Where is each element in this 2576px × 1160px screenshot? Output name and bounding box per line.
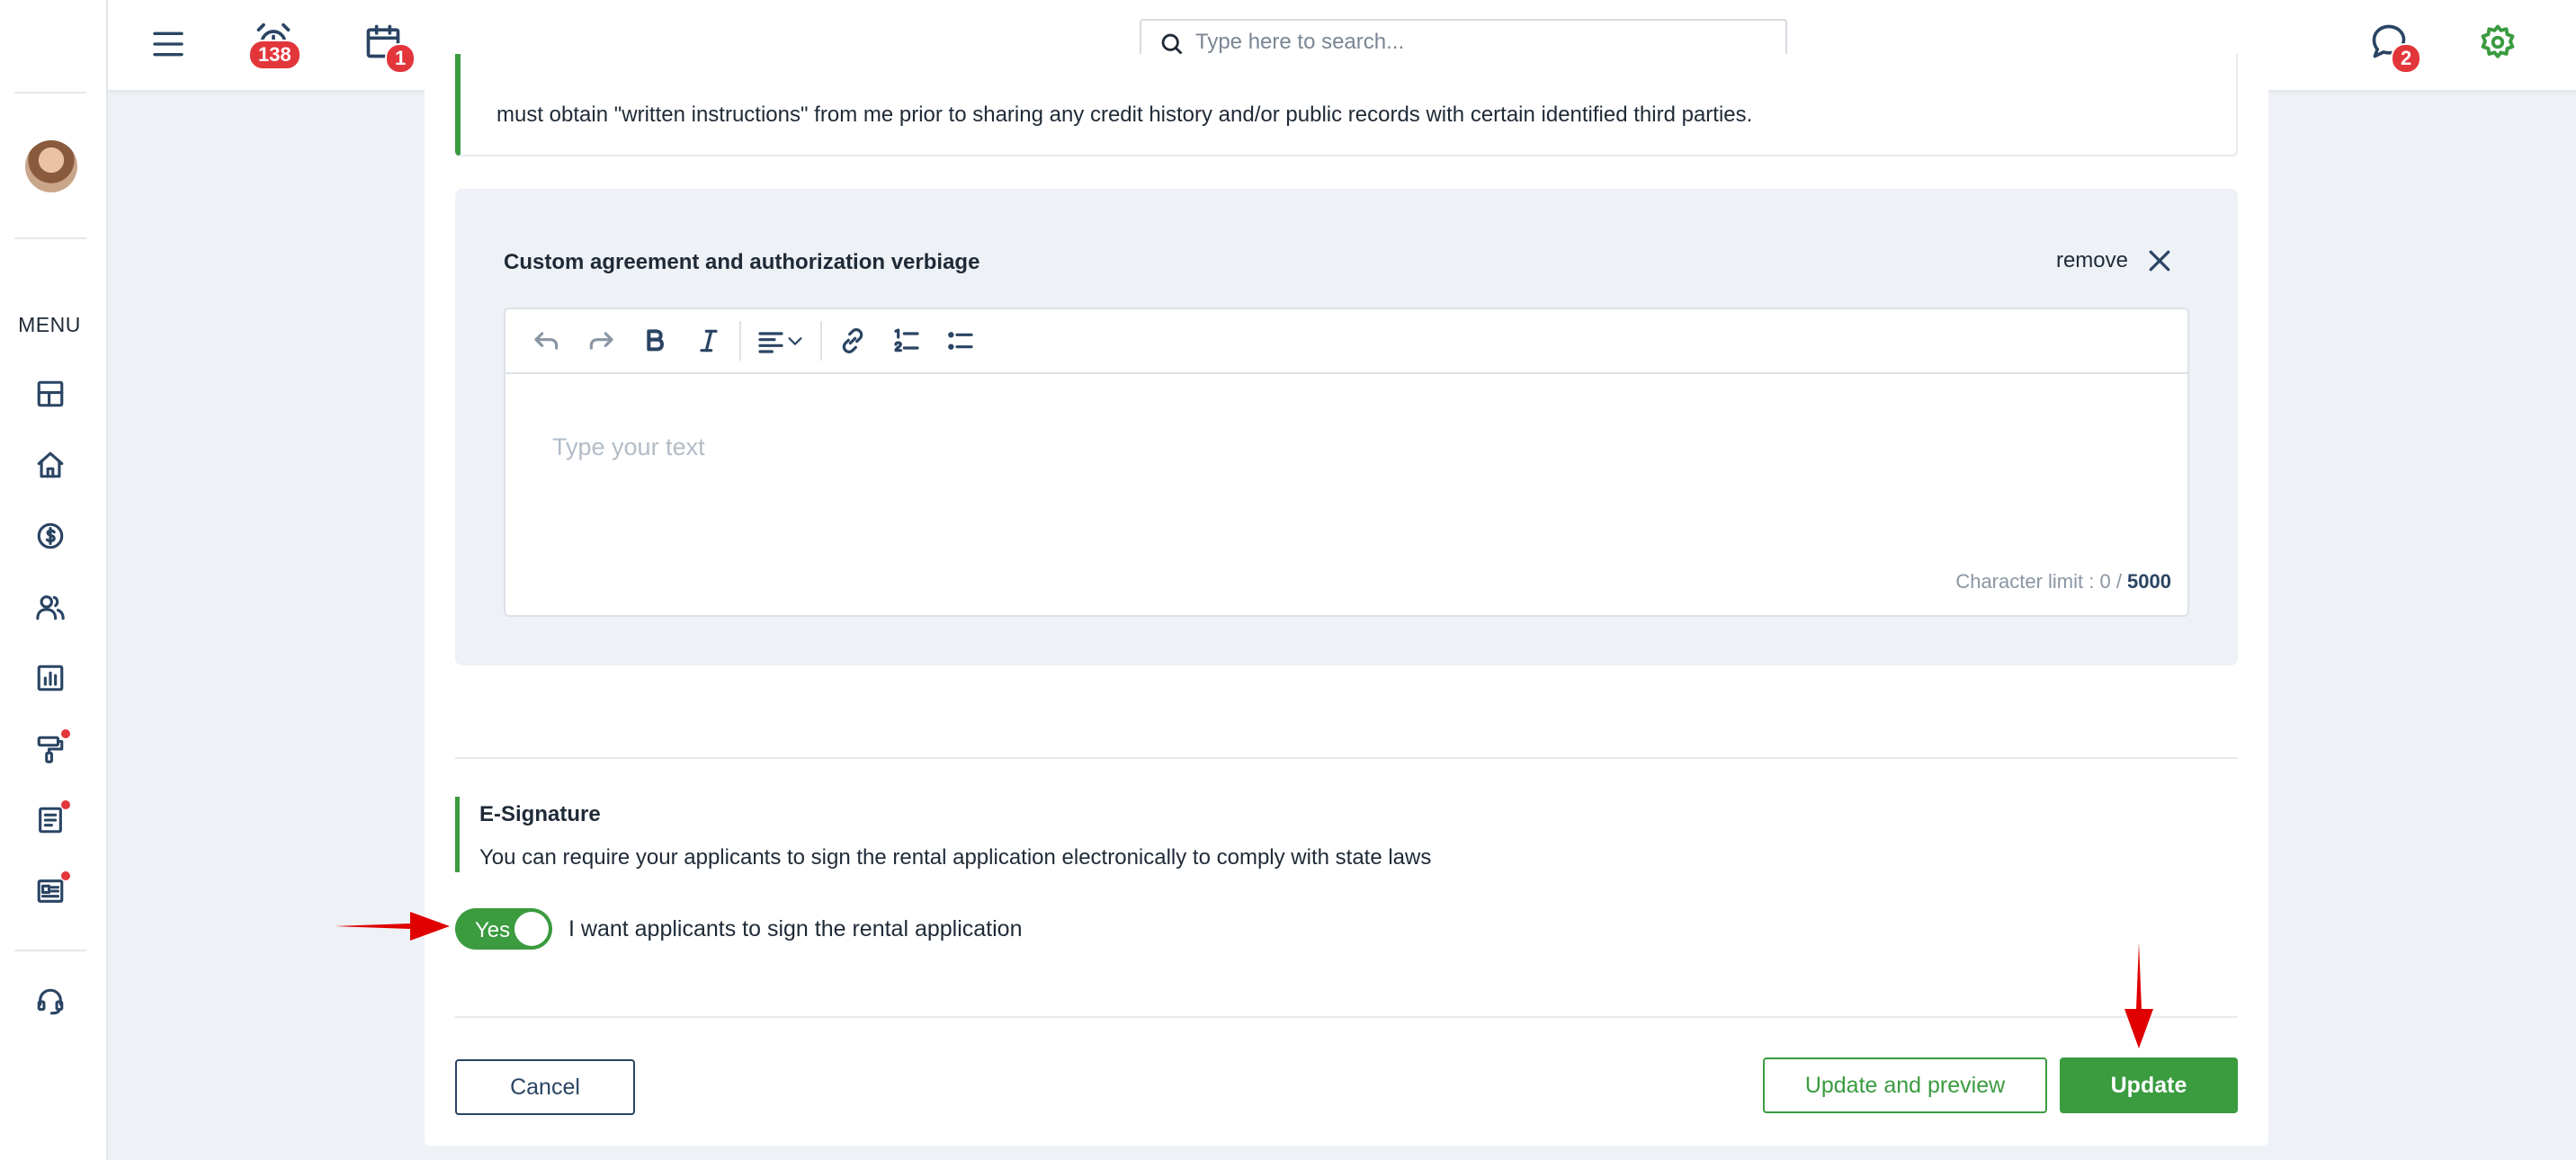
sidebar-item-documents[interactable] [32, 800, 70, 838]
toolbar-divider [739, 321, 741, 361]
undo-button[interactable] [520, 318, 574, 363]
bullet-list-button[interactable] [934, 318, 988, 363]
ordered-list-icon [894, 328, 919, 352]
search-icon [1161, 33, 1183, 55]
paint-roller-icon [37, 736, 64, 763]
users-icon [36, 595, 65, 620]
sidebar: MENU [0, 0, 108, 1160]
authorization-text-block: must obtain "written instructions" from … [455, 54, 2238, 156]
section-divider [455, 757, 2238, 759]
calendar-button[interactable]: 1 [362, 20, 416, 74]
remove-button[interactable]: remove [2056, 248, 2171, 273]
sidebar-divider [14, 92, 86, 94]
close-icon [2149, 250, 2170, 272]
alarm-badge: 138 [248, 40, 301, 70]
avatar[interactable] [25, 140, 77, 192]
undo-icon [534, 332, 559, 350]
esignature-section: E-Signature You can require your applica… [455, 797, 2238, 872]
editor-toolbar [505, 309, 2187, 374]
annotation-arrow-down-icon [2124, 942, 2153, 1048]
settings-button[interactable] [2477, 22, 2518, 63]
menu-label: MENU [18, 313, 81, 336]
gear-icon [2481, 24, 2515, 58]
align-dropdown-button[interactable] [745, 318, 817, 363]
italic-icon [700, 329, 718, 352]
section-divider [455, 1016, 2238, 1018]
italic-button[interactable] [682, 318, 736, 363]
update-button[interactable]: Update [2060, 1057, 2238, 1113]
bold-button[interactable] [628, 318, 682, 363]
custom-agreement-title: Custom agreement and authorization verbi… [504, 250, 980, 274]
hamburger-menu-button[interactable] [148, 23, 189, 65]
chevron-down-icon [788, 337, 802, 345]
toggle-description: I want applicants to sign the rental app… [568, 915, 1023, 941]
esignature-toggle-row: Yes I want applicants to sign the rental… [455, 908, 1022, 950]
update-and-preview-button[interactable]: Update and preview [1763, 1057, 2047, 1113]
link-button[interactable] [826, 318, 880, 363]
bold-icon [647, 329, 664, 352]
character-limit-label: Character limit : 0 / [1955, 570, 2128, 593]
home-icon [37, 451, 64, 478]
ordered-list-button[interactable] [880, 318, 934, 363]
esignature-toggle[interactable]: Yes [455, 908, 552, 950]
character-limit-max: 5000 [2127, 570, 2171, 593]
dollar-icon [37, 522, 64, 549]
redo-button[interactable] [574, 318, 628, 363]
sidebar-item-reports[interactable] [32, 660, 68, 696]
remove-label: remove [2055, 248, 2128, 272]
notification-dot [61, 729, 70, 738]
esignature-description: You can require your applicants to sign … [479, 845, 1432, 870]
toggle-label: Yes [475, 918, 511, 942]
sidebar-item-maintenance[interactable] [32, 729, 70, 767]
custom-agreement-section: Custom agreement and authorization verbi… [455, 189, 2238, 665]
redo-icon [589, 332, 613, 350]
annotation-arrow-right-icon [335, 912, 450, 941]
cancel-button[interactable]: Cancel [455, 1059, 635, 1115]
sidebar-divider [14, 950, 86, 951]
chat-badge: 2 [2391, 43, 2422, 74]
search-input[interactable] [1195, 30, 1753, 55]
calendar-badge: 1 [385, 43, 416, 74]
esignature-title: E-Signature [479, 802, 601, 826]
support-icon [37, 988, 64, 1015]
toggle-knob [514, 912, 549, 946]
editor-input[interactable]: Type your text [552, 433, 705, 461]
listing-icon [37, 879, 64, 903]
sidebar-item-people[interactable] [32, 589, 68, 625]
sidebar-item-dashboard[interactable] [32, 376, 68, 412]
chat-button[interactable]: 2 [2367, 20, 2422, 74]
sidebar-divider [14, 237, 86, 239]
sidebar-item-finance[interactable] [32, 518, 68, 554]
align-left-icon [758, 332, 783, 353]
sidebar-item-listings[interactable] [32, 871, 70, 909]
reports-icon [37, 665, 64, 692]
notification-dot [61, 871, 70, 880]
document-icon [39, 807, 62, 834]
sidebar-item-home[interactable] [32, 447, 68, 483]
sidebar-item-support[interactable] [32, 984, 68, 1020]
settings-card: must obtain "written instructions" from … [425, 54, 2268, 1146]
alarm-button[interactable]: 138 [248, 20, 301, 70]
rich-text-editor: Type your text Character limit : 0 / 500… [504, 308, 2189, 617]
link-icon [842, 328, 863, 353]
dashboard-icon [37, 380, 64, 407]
character-limit: Character limit : 0 / 5000 [1955, 570, 2171, 593]
bullet-list-icon [948, 332, 973, 350]
hamburger-icon [153, 31, 183, 57]
notification-dot [61, 800, 70, 809]
authorization-text: must obtain "written instructions" from … [496, 103, 1753, 127]
toolbar-divider [820, 321, 822, 361]
